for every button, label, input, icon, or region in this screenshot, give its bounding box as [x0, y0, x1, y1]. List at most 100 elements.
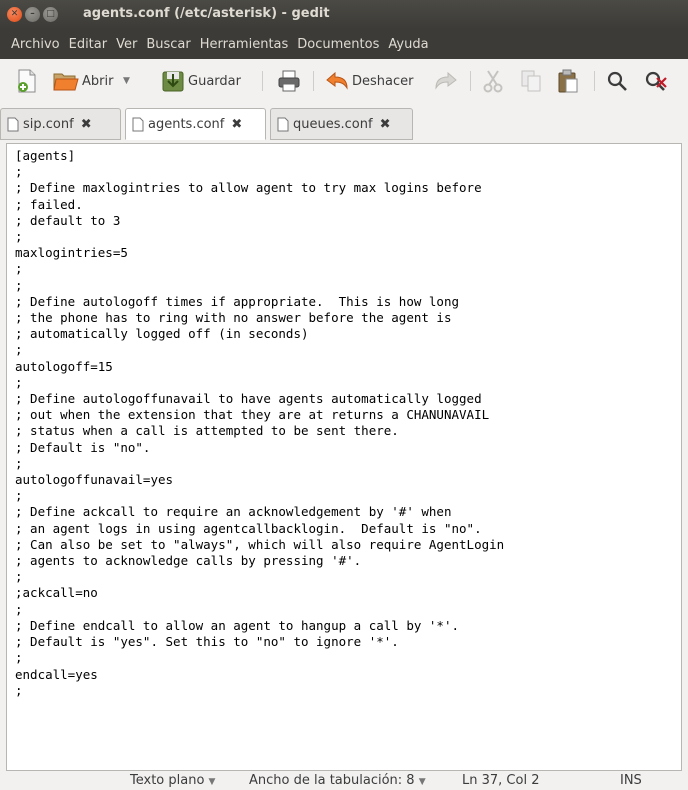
- menu-herramientas[interactable]: Herramientas: [200, 37, 289, 52]
- printer-icon: [278, 70, 300, 92]
- open-label: Abrir: [82, 73, 114, 89]
- code-line: ; Default is "no".: [15, 439, 151, 455]
- code-line: [agents]: [15, 148, 76, 163]
- cursor-position: Ln 37, Col 2: [462, 773, 540, 788]
- code-line: ; status when a call is attempted to be …: [15, 423, 399, 439]
- scissors-icon: [483, 70, 503, 93]
- dropdown-arrow-icon: ▼: [123, 76, 130, 86]
- paste-button[interactable]: [557, 67, 579, 95]
- undo-icon: [326, 71, 348, 90]
- close-window-button[interactable]: ✕: [7, 7, 22, 22]
- tab-width-selector[interactable]: Ancho de la tabulación: 8 ▼: [249, 773, 426, 788]
- dropdown-arrow-icon: ▼: [418, 777, 426, 787]
- document-icon: [7, 117, 19, 131]
- save-label: Guardar: [188, 73, 241, 89]
- search-icon: [607, 71, 627, 91]
- code-line: ; Can also be set to "always", which wil…: [15, 536, 505, 552]
- find-button[interactable]: [606, 67, 628, 95]
- minimize-window-button[interactable]: –: [25, 7, 40, 22]
- redo-icon: [435, 71, 457, 90]
- document-icon: [132, 117, 144, 131]
- tab-label: sip.conf: [23, 116, 74, 132]
- code-line: ; Define ackcall to require an acknowled…: [15, 504, 452, 520]
- print-button[interactable]: [277, 67, 301, 95]
- toolbar-separator: [470, 71, 471, 91]
- menu-ayuda[interactable]: Ayuda: [388, 37, 428, 52]
- find-replace-icon: [645, 71, 667, 91]
- code-line: ; Define maxlogintries to allow agent to…: [15, 180, 482, 196]
- code-line: ; automatically logged off (in seconds): [15, 326, 309, 342]
- menu-editar[interactable]: Editar: [69, 37, 108, 52]
- tab-label: agents.conf: [148, 116, 225, 132]
- maximize-window-button[interactable]: □: [43, 7, 58, 22]
- code-line: ; Define autologoffunavail to have agent…: [15, 391, 482, 407]
- code-line: ; agents to acknowledge calls by pressin…: [15, 553, 362, 569]
- code-line: ;: [15, 261, 23, 277]
- code-line: ; Define autologoff times if appropriate…: [15, 293, 460, 309]
- code-line: ; Default is "yes". Set this to "no" to …: [15, 634, 399, 650]
- code-line: ;: [15, 277, 23, 293]
- recent-files-dropdown[interactable]: ▼: [123, 67, 130, 95]
- new-document-icon: [18, 69, 36, 93]
- copy-icon: [521, 70, 541, 92]
- code-line: ;ackcall=no: [15, 585, 98, 601]
- toolbar-separator: [262, 71, 263, 91]
- dropdown-arrow-icon: ▼: [208, 777, 216, 787]
- code-line: autologoff=15: [15, 358, 113, 374]
- code-line: ;: [15, 601, 23, 617]
- copy-button[interactable]: [520, 67, 542, 95]
- new-document-button[interactable]: [16, 67, 38, 95]
- menu-ver[interactable]: Ver: [116, 37, 137, 52]
- code-line: ; Define endcall to allow an agent to ha…: [15, 617, 460, 633]
- code-line: autologoffunavail=yes: [15, 472, 174, 488]
- redo-button[interactable]: [434, 67, 458, 95]
- cut-button[interactable]: [482, 67, 504, 95]
- code-line: ; the phone has to ring with no answer b…: [15, 310, 452, 326]
- undo-button[interactable]: Deshacer: [325, 67, 413, 95]
- tab-label: queues.conf: [293, 116, 373, 132]
- code-line: ;: [15, 164, 23, 180]
- toolbar-separator: [594, 71, 595, 91]
- menu-archivo[interactable]: Archivo: [11, 37, 60, 52]
- toolbar: Abrir ▼ Guardar Deshacer: [0, 59, 688, 104]
- insert-mode: INS: [620, 773, 642, 788]
- code-line: ; failed.: [15, 196, 83, 212]
- code-line: ;: [15, 374, 23, 390]
- menu-bar: Archivo Editar Ver Buscar Herramientas D…: [0, 29, 688, 59]
- paste-icon: [558, 69, 578, 93]
- save-button[interactable]: Guardar: [161, 67, 241, 95]
- code-line: ; default to 3: [15, 212, 121, 228]
- text-editor[interactable]: [agents];; Define maxlogintries to allow…: [6, 143, 682, 771]
- code-line: ; an agent logs in using agentcallbacklo…: [15, 520, 482, 536]
- close-tab-icon[interactable]: ✖: [81, 117, 92, 132]
- menu-documentos[interactable]: Documentos: [297, 37, 379, 52]
- language-label: Texto plano: [130, 773, 205, 788]
- title-bar: ✕ – □ agents.conf (/etc/asterisk) - gedi…: [0, 0, 688, 29]
- window-controls: ✕ – □: [7, 7, 58, 22]
- code-line: ;: [15, 569, 23, 585]
- code-line: ;: [15, 682, 23, 698]
- close-tab-icon[interactable]: ✖: [231, 117, 242, 132]
- code-line: ; out when the extension that they are a…: [15, 407, 490, 423]
- tab-sip-conf[interactable]: sip.conf ✖: [0, 108, 121, 140]
- menu-buscar[interactable]: Buscar: [146, 37, 190, 52]
- code-line: ;: [15, 455, 23, 471]
- document-icon: [277, 117, 289, 131]
- window-title: agents.conf (/etc/asterisk) - gedit: [83, 6, 330, 21]
- undo-label: Deshacer: [352, 73, 414, 89]
- close-tab-icon[interactable]: ✖: [380, 117, 391, 132]
- status-bar: Texto plano ▼ Ancho de la tabulación: 8 …: [0, 771, 688, 790]
- code-line: endcall=yes: [15, 666, 98, 682]
- language-selector[interactable]: Texto plano ▼: [130, 773, 215, 788]
- code-line: ;: [15, 229, 23, 245]
- document-tabs: sip.conf ✖ agents.conf ✖ queues.conf ✖: [0, 104, 688, 144]
- toolbar-separator: [313, 71, 314, 91]
- code-line: ;: [15, 488, 23, 504]
- tab-queues-conf[interactable]: queues.conf ✖: [270, 108, 413, 140]
- tab-width-label: Ancho de la tabulación: 8: [249, 773, 415, 788]
- open-button[interactable]: Abrir: [53, 67, 113, 95]
- editor-content[interactable]: [agents];; Define maxlogintries to allow…: [7, 144, 681, 699]
- code-line: maxlogintries=5: [15, 245, 128, 261]
- tab-agents-conf[interactable]: agents.conf ✖: [125, 108, 266, 140]
- find-replace-button[interactable]: [644, 67, 668, 95]
